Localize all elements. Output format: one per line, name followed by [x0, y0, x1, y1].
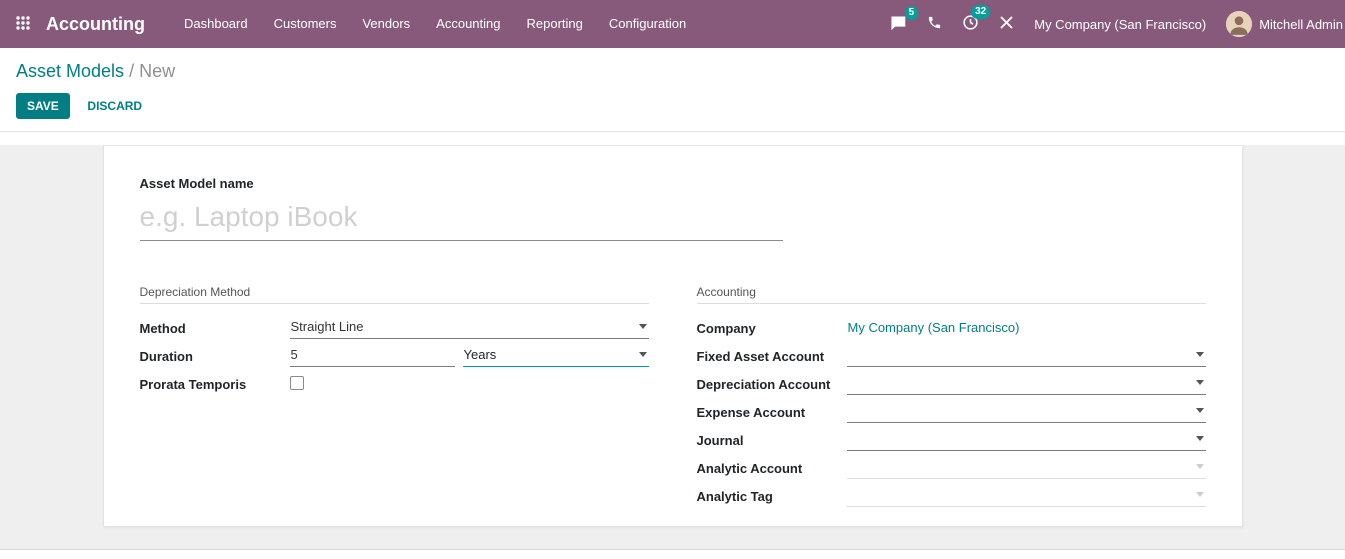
menu-customers[interactable]: Customers	[261, 0, 350, 48]
breadcrumb-current: New	[139, 61, 176, 81]
prorata-label: Prorata Temporis	[139, 376, 247, 392]
method-label: Method	[139, 320, 186, 336]
control-panel: Asset Models / New SAVE DISCARD	[0, 48, 1345, 132]
menu-accounting[interactable]: Accounting	[423, 0, 513, 48]
tools-button[interactable]	[999, 15, 1014, 33]
analytic-tag-select[interactable]	[846, 485, 1206, 507]
topbar-systray: 5 32 My Company (San Francisco) Mitchell…	[889, 5, 1345, 37]
fixed-asset-account-label: Fixed Asset Account	[696, 348, 825, 364]
chevron-down-icon	[638, 352, 647, 357]
method-select[interactable]: Straight Line	[289, 317, 649, 339]
asset-model-name-input[interactable]	[139, 201, 783, 241]
chevron-down-icon	[1195, 380, 1204, 385]
phone-icon	[927, 15, 942, 33]
discard-button[interactable]: DISCARD	[87, 99, 142, 113]
menu-configuration[interactable]: Configuration	[596, 0, 699, 48]
chevron-down-icon	[638, 324, 647, 329]
duration-label: Duration	[139, 348, 193, 364]
journal-select[interactable]	[846, 429, 1206, 451]
chevron-down-icon	[1195, 492, 1204, 497]
top-navbar: Accounting Dashboard Customers Vendors A…	[0, 0, 1345, 48]
menu-reporting[interactable]: Reporting	[514, 0, 596, 48]
depreciation-account-row: Depreciation Account	[697, 370, 1206, 398]
form-view: Asset Model name Depreciation Method Met…	[0, 145, 1345, 549]
menu-vendors[interactable]: Vendors	[349, 0, 423, 48]
expense-account-label: Expense Account	[696, 404, 806, 420]
breadcrumb-asset-models[interactable]: Asset Models	[16, 61, 124, 81]
duration-row: Duration Years	[140, 342, 649, 370]
expense-account-select[interactable]	[846, 401, 1206, 423]
fixed-asset-account-select[interactable]	[846, 345, 1206, 367]
fixed-asset-account-row: Fixed Asset Account	[697, 342, 1206, 370]
company-row: Company My Company (San Francisco)	[697, 314, 1206, 342]
menu-dashboard[interactable]: Dashboard	[171, 0, 261, 48]
chat-icon	[889, 15, 907, 34]
analytic-account-label: Analytic Account	[696, 460, 803, 476]
chevron-down-icon	[1195, 464, 1204, 469]
activities-button[interactable]: 32	[962, 5, 991, 34]
depreciation-method-section-title: Depreciation Method	[139, 285, 649, 304]
depreciation-method-group: Depreciation Method Method Straight Line…	[139, 285, 649, 510]
analytic-account-select[interactable]	[846, 457, 1206, 479]
form-sheet: Asset Model name Depreciation Method Met…	[102, 145, 1243, 527]
user-menu[interactable]: Mitchell Admin	[1226, 11, 1343, 37]
company-switcher[interactable]: My Company (San Francisco)	[1034, 17, 1206, 32]
asset-model-name-label: Asset Model name	[139, 176, 254, 191]
calls-button[interactable]	[927, 15, 942, 33]
breadcrumb: Asset Models / New	[16, 61, 1329, 82]
analytic-tag-label: Analytic Tag	[696, 488, 773, 504]
depreciation-account-select[interactable]	[846, 373, 1206, 395]
tools-icon	[999, 15, 1014, 33]
depreciation-account-label: Depreciation Account	[696, 376, 831, 392]
breadcrumb-separator: /	[129, 61, 140, 81]
messages-badge: 5	[904, 5, 919, 20]
company-label: Company	[696, 320, 756, 336]
method-row: Method Straight Line	[140, 314, 649, 342]
apps-menu-button[interactable]	[0, 0, 46, 48]
accounting-section-title: Accounting	[696, 285, 1206, 304]
user-name: Mitchell Admin	[1259, 16, 1343, 32]
action-buttons: SAVE DISCARD	[16, 93, 1329, 119]
company-value[interactable]: My Company (San Francisco)	[848, 320, 1020, 335]
messages-button[interactable]: 5	[889, 5, 919, 34]
apps-grid-icon	[15, 15, 31, 34]
activities-badge: 32	[971, 5, 991, 19]
expense-account-row: Expense Account	[697, 398, 1206, 426]
prorata-row: Prorata Temporis	[140, 370, 649, 398]
bottom-strip	[0, 549, 1345, 559]
chevron-down-icon	[1195, 408, 1204, 413]
accounting-group: Accounting Company My Company (San Franc…	[696, 285, 1206, 510]
main-menu: Dashboard Customers Vendors Accounting R…	[171, 0, 699, 48]
app-name[interactable]: Accounting	[46, 14, 145, 35]
chevron-down-icon	[1195, 352, 1204, 357]
duration-unit-value: Years	[463, 347, 497, 362]
journal-label: Journal	[696, 432, 744, 448]
analytic-account-row: Analytic Account	[697, 454, 1206, 482]
analytic-tag-row: Analytic Tag	[697, 482, 1206, 510]
duration-input[interactable]	[289, 345, 455, 367]
method-value: Straight Line	[290, 319, 364, 334]
avatar	[1226, 11, 1253, 37]
save-button[interactable]: SAVE	[16, 93, 70, 119]
chevron-down-icon	[1195, 436, 1204, 441]
journal-row: Journal	[697, 426, 1206, 454]
company-field: My Company (San Francisco)	[847, 317, 1206, 339]
prorata-checkbox[interactable]	[289, 375, 304, 390]
duration-unit-select[interactable]: Years	[462, 345, 649, 367]
